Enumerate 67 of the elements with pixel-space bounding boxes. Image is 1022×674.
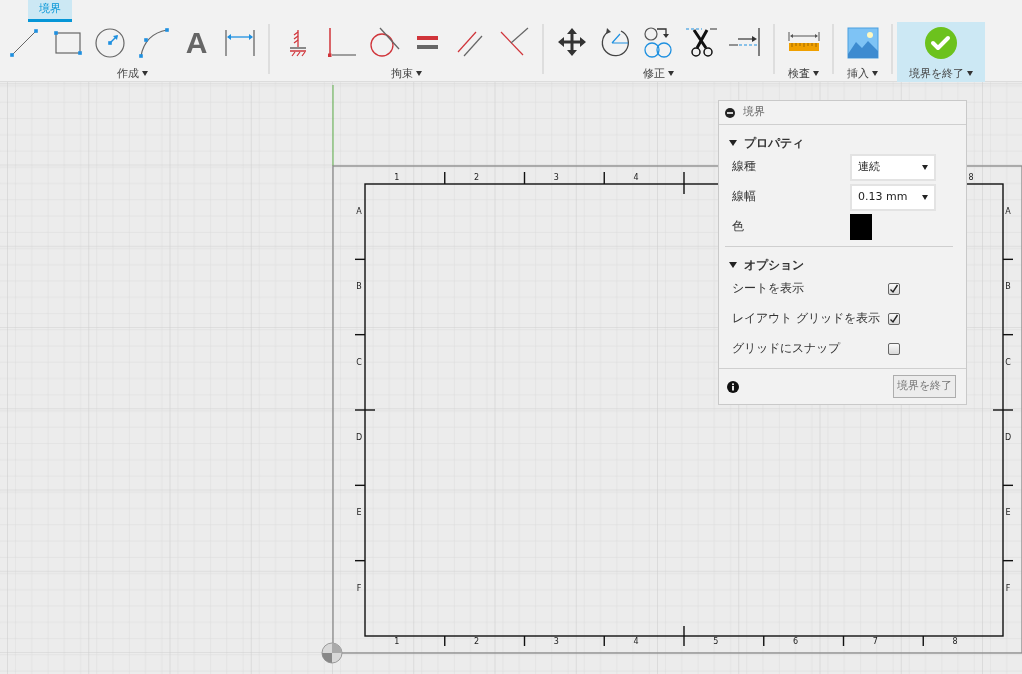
zone-label: D [355, 433, 363, 443]
zone-label: 1 [394, 173, 400, 182]
caret-icon [967, 71, 973, 77]
caret-icon [872, 71, 878, 77]
zone-label: 2 [474, 173, 480, 182]
text-tool-button[interactable]: A [175, 22, 218, 63]
zone-label: 3 [553, 173, 559, 182]
zone-label: A [1005, 207, 1011, 217]
zone-label: D [1004, 433, 1012, 443]
zone-label: 8 [968, 173, 974, 182]
info-icon[interactable] [727, 380, 739, 393]
image-icon [845, 25, 880, 60]
zone-label: 1 [394, 637, 400, 646]
caret-icon [922, 194, 928, 200]
checkbox[interactable] [888, 343, 900, 355]
dropdown-field[interactable]: 0.13 mm [850, 183, 936, 211]
tangent-icon [367, 25, 402, 60]
zone-label: F [1005, 583, 1011, 593]
zone-label: A [356, 207, 362, 217]
caret-icon [922, 164, 928, 170]
checkbox[interactable] [888, 313, 900, 325]
zone-label: 4 [633, 173, 639, 182]
finish-icon [924, 25, 958, 60]
dropdown-field[interactable]: 連続 [850, 153, 936, 181]
section-title[interactable]: プロパティ [744, 134, 804, 152]
zone-label: 3 [553, 637, 559, 646]
section-title[interactable]: オプション [744, 256, 804, 274]
trim-icon [684, 25, 719, 60]
origin-icon [321, 642, 343, 664]
panel-title: 境界 [743, 104, 765, 121]
group-menu-button[interactable]: 修正 [643, 65, 674, 82]
field-label: 線幅 [732, 188, 756, 203]
zone-label: C [356, 357, 362, 367]
caret-icon [668, 71, 674, 77]
caret-icon [813, 71, 819, 77]
zone-label: B [356, 282, 362, 292]
arc-icon [136, 25, 171, 60]
group-menu-button[interactable]: 作成 [116, 65, 148, 82]
field-label: シートを表示 [732, 280, 804, 295]
zone-label: F [356, 583, 362, 593]
field-label: 色 [732, 218, 744, 233]
zone-label: C [1005, 357, 1011, 367]
zone-label: E [1005, 508, 1011, 518]
toggle-icon[interactable] [729, 140, 737, 146]
checkbox[interactable] [888, 283, 900, 295]
zone-label: B [1005, 282, 1011, 292]
zone-label: 5 [713, 637, 719, 646]
toggle-icon[interactable] [729, 262, 737, 268]
caret-icon [141, 71, 148, 77]
zone-label: E [356, 508, 362, 518]
field-label: 線種 [732, 158, 756, 173]
field-label: レイアウト グリッドを表示 [732, 310, 880, 325]
collapse-icon[interactable] [725, 107, 735, 118]
group-menu-button[interactable]: 検査 [788, 65, 819, 82]
finish-button[interactable]: 境界を終了 [893, 375, 956, 398]
zone-label: 6 [793, 637, 799, 646]
zone-label: 7 [872, 637, 878, 646]
field-label: グリッドにスナップ [732, 340, 840, 355]
group-menu-button[interactable]: 挿入 [847, 65, 878, 82]
zone-label: 2 [474, 637, 480, 646]
group-menu-button[interactable]: 境界を終了 [909, 65, 973, 82]
zone-label: 4 [633, 637, 639, 646]
color-swatch[interactable] [850, 214, 872, 240]
caret-icon [415, 71, 422, 77]
zone-label: 8 [952, 637, 958, 646]
circle-icon [93, 25, 128, 60]
group-menu-button[interactable]: 拘束 [390, 65, 422, 82]
